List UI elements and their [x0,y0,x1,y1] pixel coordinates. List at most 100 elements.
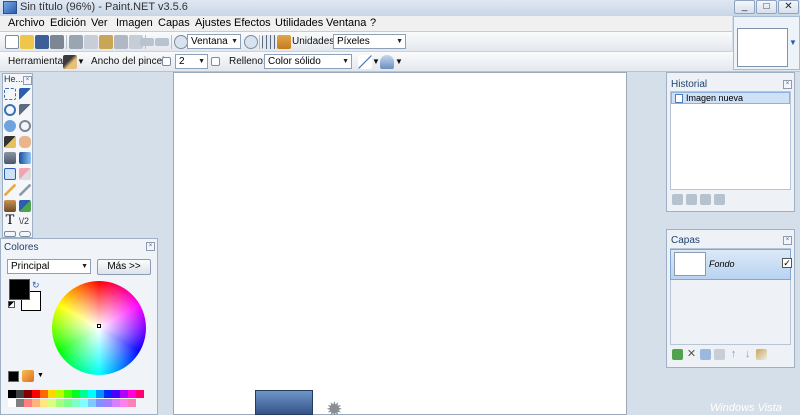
palette-swatch[interactable] [72,399,80,407]
paint-bucket-icon[interactable] [4,152,16,164]
paintbrush-tool-icon[interactable] [4,168,16,180]
pencil-icon[interactable] [4,184,16,196]
close-icon[interactable]: × [783,80,792,89]
move-layer-up-icon[interactable]: ↑ [728,349,739,360]
palette-icon[interactable] [22,370,34,382]
chevron-down-icon[interactable]: ▼ [77,57,85,66]
palette-swatch[interactable] [88,390,96,398]
palette-swatch[interactable] [64,399,72,407]
palette-swatch[interactable] [32,390,40,398]
palette-swatch[interactable] [128,399,136,407]
rewind-icon[interactable] [672,194,683,205]
open-folder-icon[interactable] [20,35,34,49]
menu-ajustes[interactable]: Ajustes [195,17,231,29]
chevron-down-icon[interactable]: ▼ [789,38,797,47]
save-icon[interactable] [35,35,49,49]
undo-icon[interactable] [140,38,154,46]
text-tool-icon[interactable]: T [4,214,16,227]
rectangle-tool-icon[interactable] [4,231,16,237]
swap-colors-icon[interactable]: ↻ [32,280,40,291]
palette-swatch[interactable] [40,399,48,407]
rectangle-select-icon[interactable] [4,88,16,100]
color-wheel-marker[interactable] [97,324,101,328]
zoom-tool-icon[interactable] [4,104,16,116]
menu-ventana[interactable]: Ventana [326,17,366,29]
chevron-down-icon[interactable]: ▼ [372,57,380,66]
gradient-icon[interactable] [19,152,31,164]
ellipse-select-icon[interactable] [4,120,16,132]
palette-swatch[interactable] [136,390,144,398]
color-mode-combo[interactable]: Principal ▼ [7,259,91,274]
palette-swatch[interactable] [64,390,72,398]
menu-capas[interactable]: Capas [158,17,190,29]
primary-mini-swatch[interactable] [8,371,19,382]
line-curve-icon[interactable]: \/2 [19,215,31,227]
palette-swatch[interactable] [128,390,136,398]
layer-visibility-checkbox[interactable]: ✓ [782,258,792,268]
magic-wand-icon[interactable] [4,136,16,148]
menu-edicion[interactable]: Edición [50,17,86,29]
merge-layer-icon[interactable] [714,349,725,360]
duplicate-layer-icon[interactable] [700,349,711,360]
history-item[interactable]: Imagen nueva [671,92,790,104]
palette-swatch[interactable] [8,399,16,407]
close-icon[interactable]: × [783,236,792,245]
palette-swatch[interactable] [80,390,88,398]
magnifier-icon[interactable] [19,120,31,132]
palette-swatch[interactable] [120,399,128,407]
eraser-icon[interactable] [19,168,31,180]
minimize-button[interactable]: _ [734,0,755,14]
copy-icon[interactable] [84,35,98,49]
primary-color-swatch[interactable] [9,279,30,300]
brush-width-combo[interactable]: 2 ▼ [175,54,208,69]
fast-forward-icon[interactable] [714,194,725,205]
reset-colors-icon[interactable] [8,301,15,308]
move-selected-icon[interactable] [19,104,31,116]
menu-ver[interactable]: Ver [91,17,108,29]
menu-help[interactable]: ? [370,17,376,29]
fill-combo[interactable]: Color sólido ▼ [264,54,352,69]
increase-width-icon[interactable] [211,57,220,66]
redo-step-icon[interactable] [700,194,711,205]
zoom-in-icon[interactable] [244,35,258,49]
add-layer-icon[interactable] [672,349,683,360]
crop-icon[interactable] [114,35,128,49]
menu-archivo[interactable]: Archivo [8,17,45,29]
menu-imagen[interactable]: Imagen [116,17,153,29]
zoom-out-icon[interactable] [174,35,188,49]
menu-efectos[interactable]: Efectos [234,17,271,29]
palette-swatch[interactable] [48,390,56,398]
more-colors-button[interactable]: Más >> [97,259,151,275]
units-combo[interactable]: Píxeles ▼ [333,34,406,49]
taskbar-window-thumbnail[interactable] [255,390,313,415]
chevron-down-icon[interactable]: ▼ [395,57,403,66]
close-button[interactable]: ✕ [778,0,799,14]
paintbrush-icon[interactable] [63,55,77,69]
palette-swatch[interactable] [16,390,24,398]
close-icon[interactable]: × [23,76,32,85]
maximize-button[interactable]: □ [756,0,777,14]
palette-swatch[interactable] [80,399,88,407]
palette-swatch[interactable] [96,390,104,398]
palette-swatch[interactable] [96,399,104,407]
antialiasing-icon[interactable] [358,55,372,69]
move-selection-icon[interactable] [19,88,31,100]
grid-icon[interactable] [262,35,276,49]
palette-swatch[interactable] [32,399,40,407]
decrease-width-icon[interactable] [162,57,171,66]
palette-swatch[interactable] [56,399,64,407]
palette-swatch[interactable] [72,390,80,398]
zoom-combo[interactable]: Ventana ▼ [187,34,241,49]
recolor-icon[interactable] [19,200,31,212]
new-file-icon[interactable] [5,35,19,49]
paste-icon[interactable] [99,35,113,49]
drawing-canvas[interactable] [173,72,627,415]
cut-icon[interactable] [69,35,83,49]
close-icon[interactable]: × [146,242,155,251]
menu-utilidades[interactable]: Utilidades [275,17,323,29]
move-layer-down-icon[interactable]: ↓ [742,349,753,360]
color-wheel[interactable] [52,281,146,375]
delete-layer-icon[interactable]: ✕ [686,349,697,360]
layer-properties-icon[interactable] [756,349,767,360]
clone-stamp-icon[interactable] [4,200,16,212]
